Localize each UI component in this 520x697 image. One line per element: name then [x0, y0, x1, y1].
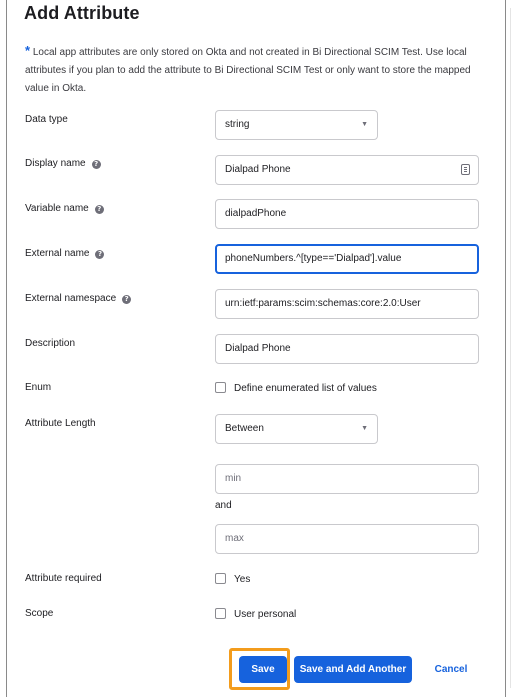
enum-checkbox[interactable] — [215, 382, 226, 393]
dialog-title: Add Attribute — [24, 3, 140, 23]
help-icon[interactable]: ? — [94, 205, 104, 214]
cancel-button[interactable]: Cancel — [425, 656, 477, 683]
external-name-label: External name? — [25, 248, 105, 259]
chevron-down-icon: ▼ — [361, 121, 368, 128]
attribute-length-select[interactable]: Between ▼ — [215, 414, 378, 444]
scrollbar[interactable] — [508, 0, 514, 697]
data-type-value: string — [225, 119, 250, 130]
attribute-required-checkbox-label: Yes — [234, 574, 251, 585]
variable-name-input[interactable]: dialpadPhone — [215, 199, 479, 229]
display-name-value: Dialpad Phone — [225, 164, 291, 175]
description-input[interactable]: Dialpad Phone — [215, 334, 479, 364]
min-placeholder: min — [225, 473, 242, 484]
variable-name-value: dialpadPhone — [225, 208, 287, 219]
description-label: Description — [25, 338, 76, 349]
variable-name-label-text: Variable name — [25, 203, 89, 214]
description-value: Dialpad Phone — [225, 343, 291, 354]
info-message: Local app attributes are only stored on … — [25, 47, 471, 94]
display-name-label: Display name? — [25, 158, 101, 169]
external-namespace-value: urn:ietf:params:scim:schemas:core:2.0:Us… — [225, 298, 421, 309]
max-placeholder: max — [225, 533, 244, 544]
display-name-input[interactable]: Dialpad Phone — [215, 155, 479, 185]
enum-checkbox-row[interactable]: Define enumerated list of values — [215, 382, 377, 394]
add-attribute-dialog: Add Attribute * Local app attributes are… — [6, 0, 506, 697]
help-icon[interactable]: ? — [91, 160, 101, 169]
max-length-input[interactable]: max — [215, 524, 479, 554]
external-namespace-input[interactable]: urn:ietf:params:scim:schemas:core:2.0:Us… — [215, 289, 479, 319]
attribute-required-checkbox-row[interactable]: Yes — [215, 573, 250, 585]
save-and-add-another-button[interactable]: Save and Add Another — [294, 656, 412, 683]
external-name-label-text: External name — [25, 248, 90, 259]
attribute-length-value: Between — [225, 423, 264, 434]
scope-checkbox-label: User personal — [234, 609, 297, 620]
external-name-input[interactable]: phoneNumbers.^[type=='Dialpad'].value — [215, 244, 479, 274]
external-namespace-label-text: External namespace — [25, 293, 117, 304]
help-icon[interactable]: ? — [122, 295, 132, 304]
min-length-input[interactable]: min — [215, 464, 479, 494]
variable-name-label: Variable name? — [25, 203, 104, 214]
scrollbar-track — [510, 8, 511, 688]
required-star-icon: * — [25, 43, 31, 58]
data-type-select[interactable]: string ▼ — [215, 110, 378, 140]
scope-checkbox-row[interactable]: User personal — [215, 608, 296, 620]
chevron-down-icon: ▼ — [361, 425, 368, 432]
external-namespace-label: External namespace? — [25, 293, 132, 304]
display-name-label-text: Display name — [25, 158, 86, 169]
autofill-icon[interactable] — [461, 164, 470, 175]
attribute-required-checkbox[interactable] — [215, 573, 226, 584]
and-label: and — [215, 500, 232, 511]
enum-label: Enum — [25, 382, 52, 393]
enum-checkbox-label: Define enumerated list of values — [234, 383, 377, 394]
info-text: * Local app attributes are only stored o… — [25, 42, 481, 98]
save-highlight-box — [229, 648, 290, 690]
external-name-value: phoneNumbers.^[type=='Dialpad'].value — [225, 253, 402, 264]
scope-label: Scope — [25, 608, 54, 619]
help-icon[interactable]: ? — [95, 250, 105, 259]
attribute-length-label: Attribute Length — [25, 418, 96, 429]
data-type-label: Data type — [25, 114, 68, 125]
scope-checkbox[interactable] — [215, 608, 226, 619]
attribute-required-label: Attribute required — [25, 573, 102, 584]
